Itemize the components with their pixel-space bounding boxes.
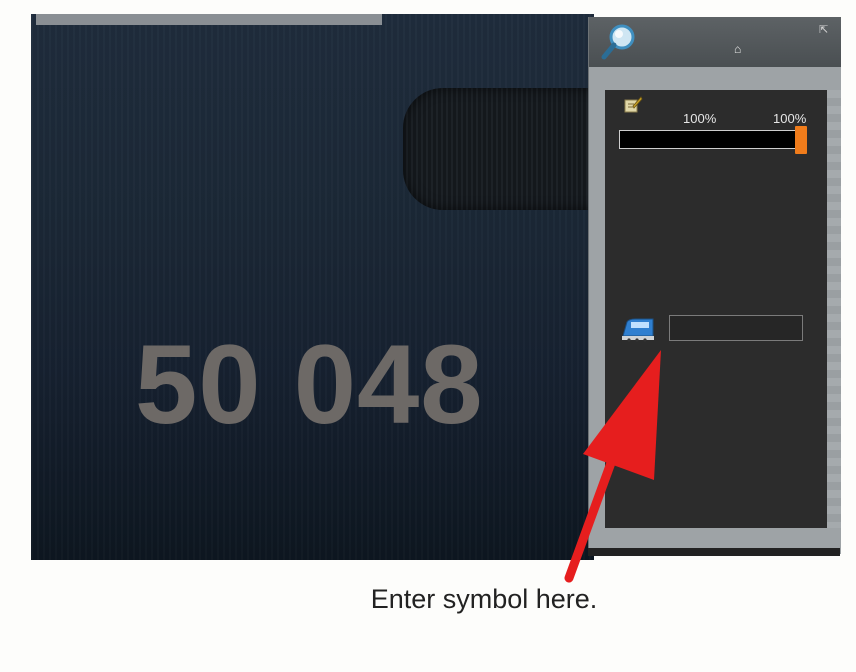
train-icon xyxy=(622,318,654,342)
progress-slider-handle[interactable] xyxy=(795,126,807,154)
panel-header: ⌂ ⇱ xyxy=(589,17,841,67)
edit-icon[interactable] xyxy=(623,94,643,114)
train-viewport[interactable]: 50 048 xyxy=(31,14,594,560)
page: 50 048 ⌂ ⇱ 100% 100% Enter symbol here. xyxy=(0,0,856,672)
top-strip xyxy=(36,14,382,25)
symbol-input[interactable] xyxy=(669,315,803,341)
locomotive-number: 50 048 xyxy=(135,322,484,447)
annotation-caption: Enter symbol here. xyxy=(370,584,598,614)
progress-track xyxy=(619,130,807,149)
search-icon[interactable] xyxy=(599,21,639,65)
panel-scroll-edge xyxy=(827,90,841,528)
panel-bottom-bar xyxy=(588,548,840,556)
progress-right-label: 100% xyxy=(773,111,807,126)
home-icon[interactable]: ⌂ xyxy=(734,42,741,56)
side-panel: ⌂ ⇱ 100% 100% xyxy=(588,17,841,554)
locomotive-vent xyxy=(403,88,594,210)
panel-body: 100% 100% xyxy=(605,90,827,528)
expand-icon[interactable]: ⇱ xyxy=(819,23,828,36)
progress-left-label: 100% xyxy=(683,111,717,126)
